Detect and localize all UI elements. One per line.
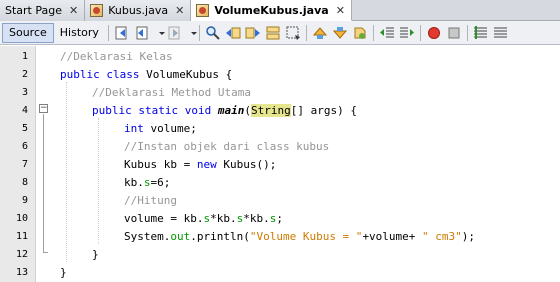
code-line: 9 //Hitung [0,192,560,210]
last-edit-icon[interactable] [114,25,130,41]
toggle-highlight-icon[interactable] [265,25,281,41]
line-number: 10 [15,213,28,224]
class-declaration: public class VolumeKubus { [60,68,233,81]
close-icon[interactable]: ✕ [175,4,184,17]
toolbar-separator [419,24,421,41]
toggle-bookmark-icon[interactable] [352,25,368,41]
stop-macro-recording-icon[interactable] [446,25,462,41]
uncomment-icon[interactable] [493,25,509,41]
chevron-down-icon[interactable] [154,25,165,41]
code-line: 13 } [0,264,560,282]
tab-start-page[interactable]: Start Page ✕ [0,0,86,21]
line-number: 7 [21,159,28,170]
history-button[interactable]: History [54,23,105,43]
find-previous-icon[interactable] [225,25,241,41]
line-number: 4 [21,105,28,116]
code-line: 11 System.out.println("Volume Kubus = "+… [0,228,560,246]
back-icon[interactable] [134,25,150,41]
object-instantiation: Kubus kb = new Kubus(); [124,158,277,171]
source-button[interactable]: Source [2,22,54,43]
search-icon[interactable] [205,25,221,41]
forward-icon[interactable] [166,25,182,41]
find-next-icon[interactable] [245,25,261,41]
tab-kubus-java[interactable]: Kubus.java ✕ [85,0,192,21]
code-line: 5 int volume; [0,120,560,138]
line-number: 11 [15,231,28,242]
close-icon[interactable]: ✕ [336,4,345,17]
code-line: 7 Kubus kb = new Kubus(); [0,156,560,174]
line-number: 1 [21,51,28,62]
code-line: 2 public class VolumeKubus { [0,66,560,84]
chevron-down-icon[interactable] [186,25,197,41]
line-number: 12 [15,249,28,260]
comment: //Deklarasi Kelas [60,50,173,63]
tab-label: Start Page [5,4,62,17]
previous-bookmark-icon[interactable] [312,25,328,41]
line-number: 8 [21,177,28,188]
comment-icon[interactable] [473,25,489,41]
tab-label: Kubus.java [108,4,169,17]
next-bookmark-icon[interactable] [332,25,348,41]
line-number: 9 [21,195,28,206]
code-line: 8 kb.s=6; [0,174,560,192]
tab-volumekubus-java[interactable]: VolumeKubus.java ✕ [191,0,352,21]
java-file-icon [90,4,104,17]
volume-calculation: volume = kb.s*kb.s*kb.s; [124,212,283,225]
close-icon[interactable]: ✕ [69,4,78,17]
code-line: 10 volume = kb.s*kb.s*kb.s; [0,210,560,228]
closing-brace: } [60,266,67,279]
tab-label: VolumeKubus.java [214,3,329,17]
comment: //Hitung [124,194,177,207]
shift-left-icon[interactable] [379,25,395,41]
shift-right-icon[interactable] [399,25,415,41]
toolbar-separator [107,24,109,41]
editor-toolbar: Source History [0,21,560,45]
code-line: 4 public static void main(String[] args)… [0,102,560,120]
print-statement: System.out.println("Volume Kubus = "+vol… [124,230,476,243]
rectangular-selection-icon[interactable] [285,25,301,41]
comment: //Instan objek dari class kubus [124,140,330,153]
toolbar-separator [466,24,468,41]
main-method-declaration: public static void main(String[] args) { [92,104,357,117]
toolbar-separator [305,24,307,41]
line-number: 2 [21,69,28,80]
closing-brace: } [92,248,99,261]
line-number: 13 [15,267,28,278]
code-editor[interactable]: − 1 //Deklarasi Kelas 2 public class Vol… [0,46,560,282]
comment: //Deklarasi Method Utama [92,86,251,99]
toolbar-separator [372,24,374,41]
code-line: 12 } [0,246,560,264]
variable-declaration: int volume; [124,122,197,135]
line-number: 5 [21,123,28,134]
code-line: 6 //Instan objek dari class kubus [0,138,560,156]
start-macro-recording-icon[interactable] [426,25,442,41]
code-line: 1 //Deklarasi Kelas [0,48,560,66]
field-assignment: kb.s=6; [124,176,171,189]
java-file-icon [196,3,210,17]
editor-tab-bar: Start Page ✕ Kubus.java ✕ VolumeKubus.ja… [0,0,560,21]
code-line: 3 //Deklarasi Method Utama [0,84,560,102]
line-number: 6 [21,141,28,152]
line-number: 3 [21,87,28,98]
